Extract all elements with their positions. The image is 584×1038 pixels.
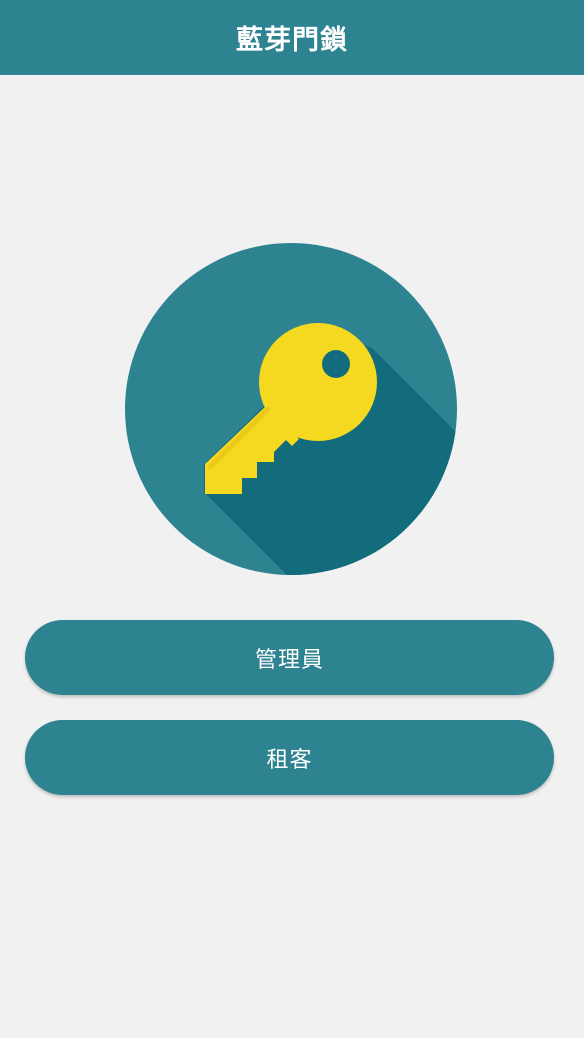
key-icon bbox=[125, 243, 457, 575]
tenant-button[interactable]: 租客 bbox=[25, 720, 554, 795]
app-title: 藍芽門鎖 bbox=[236, 25, 348, 56]
app-logo bbox=[124, 242, 458, 576]
tenant-button-label: 租客 bbox=[266, 747, 313, 773]
key-hole bbox=[322, 350, 350, 378]
app-bar: 藍芽門鎖 bbox=[0, 0, 584, 75]
admin-button-label: 管理員 bbox=[254, 647, 324, 673]
app-screen: 藍芽門鎖 管理員 租客 bbox=[0, 0, 584, 1038]
admin-button[interactable]: 管理員 bbox=[25, 620, 554, 695]
